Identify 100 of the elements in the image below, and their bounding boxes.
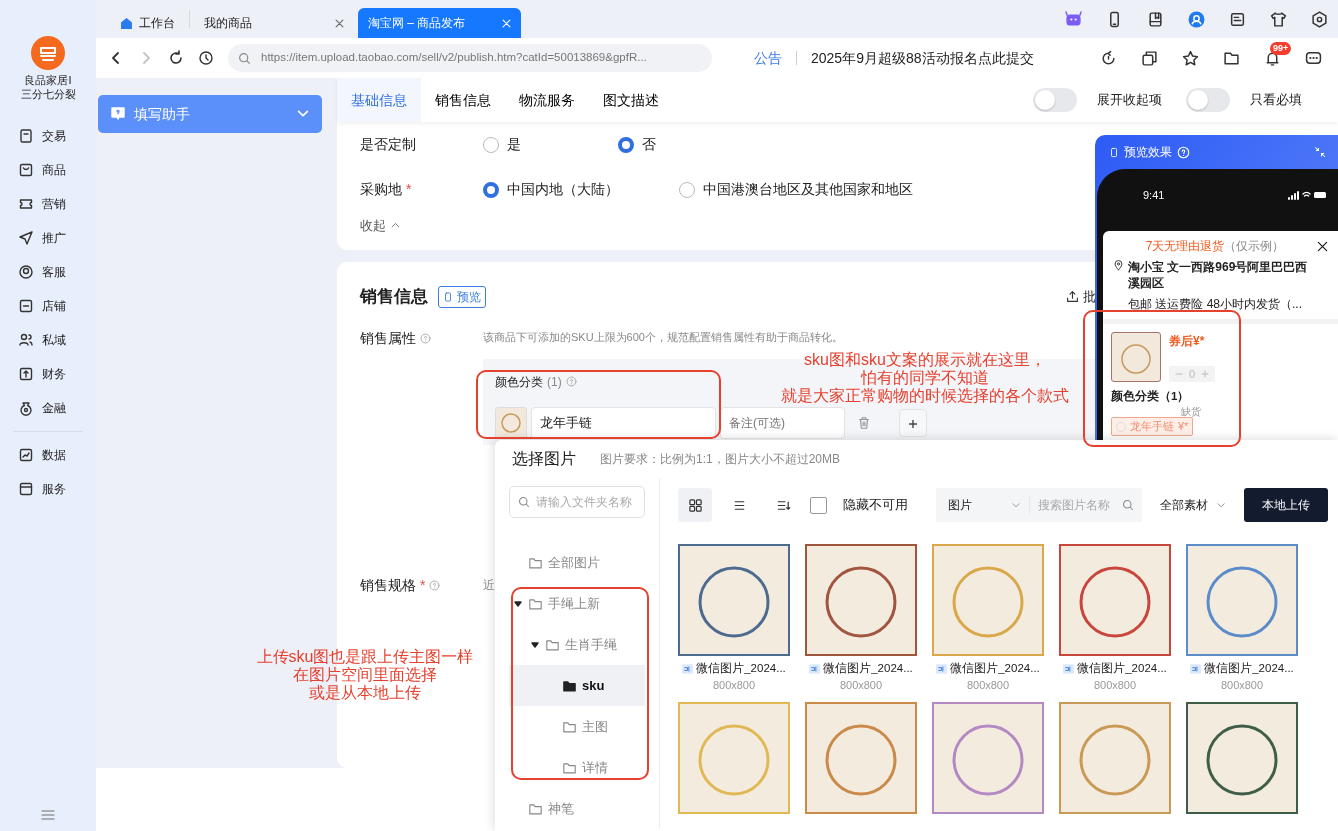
preview-button[interactable]: 预览: [438, 285, 486, 308]
collapse-link[interactable]: 收起: [360, 216, 386, 236]
status-time: 9:41: [1143, 187, 1165, 203]
radio-button[interactable]: [618, 136, 634, 153]
reload-icon[interactable]: [168, 50, 184, 66]
folder-item[interactable]: 详情: [509, 747, 645, 788]
folder-item[interactable]: sku: [509, 665, 645, 706]
nav-item[interactable]: 客服: [18, 255, 78, 289]
browser-tab[interactable]: 淘宝网 – 商品发布: [358, 8, 521, 38]
shop-logo-icon: [31, 36, 65, 70]
sku-thumbnail[interactable]: [495, 406, 527, 439]
image-size: 800x800: [839, 678, 883, 694]
tab-label[interactable]: 淘宝网 – 商品发布: [368, 14, 466, 32]
browser-tab[interactable]: 工作台: [110, 8, 185, 38]
file-name: 微信图片_2024...: [1077, 661, 1167, 676]
document-icon: [18, 128, 34, 144]
nav-item[interactable]: 服务: [18, 472, 78, 506]
note-edit-icon[interactable]: [1229, 10, 1246, 28]
grid-view-button[interactable]: [678, 488, 712, 522]
help-icon: [429, 579, 441, 591]
form-tab[interactable]: 物流服务: [505, 78, 589, 122]
folder-icon[interactable]: [1223, 49, 1240, 67]
box-icon: [18, 162, 34, 178]
form-tab[interactable]: 图文描述: [589, 78, 673, 122]
folder-item[interactable]: 手绳上新: [509, 583, 645, 624]
note-field[interactable]: 备注(可选): [720, 406, 845, 439]
folder-item[interactable]: 主图: [509, 706, 645, 747]
nav-item[interactable]: 商品: [18, 153, 78, 187]
nav-item[interactable]: 营销: [18, 187, 78, 221]
grid-view-icon: [687, 497, 703, 513]
photo-placeholder[interactable]: [1186, 701, 1298, 814]
nav-item[interactable]: 财务: [18, 357, 78, 391]
store-icon: [18, 298, 34, 314]
search-icon: [238, 51, 251, 65]
price-text: 券后¥*: [1169, 333, 1206, 350]
history-icon[interactable]: [198, 50, 214, 66]
nav-item[interactable]: 私域: [18, 323, 78, 357]
refresh-icon[interactable]: [1100, 49, 1117, 67]
photo-placeholder[interactable]: [805, 544, 917, 656]
tab-label[interactable]: 我的商品: [204, 14, 252, 32]
nav-item[interactable]: 金融: [18, 391, 78, 425]
image-size: 800x800: [712, 678, 756, 694]
radio-button[interactable]: [679, 181, 695, 198]
folder-icon: [563, 720, 576, 733]
chat-icon[interactable]: [1305, 49, 1322, 67]
scope-select[interactable]: 全部素材: [1160, 496, 1226, 514]
close-icon[interactable]: [1317, 240, 1328, 252]
nav-item[interactable]: 交易: [18, 119, 78, 153]
toggle-label: 展开收起项: [1097, 91, 1162, 110]
ticket-icon: [18, 196, 34, 212]
radio-label: 中国港澳台地区及其他国家和地区: [703, 180, 913, 199]
robot-icon[interactable]: [1065, 10, 1082, 28]
star-icon[interactable]: [1182, 49, 1199, 67]
annotation-text: 就是大家正常购物的时候选择的各个款式: [781, 387, 1069, 405]
nav-item[interactable]: 数据: [18, 438, 78, 472]
folder-item[interactable]: 神笔: [509, 788, 645, 829]
address-text: 淘小宝 文一西路969号阿里巴巴西溪园区: [1128, 259, 1308, 291]
folder-item[interactable]: 生肖手绳: [509, 624, 645, 665]
radio-button[interactable]: [483, 136, 499, 153]
browser-tab[interactable]: 我的商品: [194, 8, 354, 38]
image-size: 800x800: [1093, 678, 1137, 694]
radio-button[interactable]: [483, 181, 499, 198]
image-size: 800x800: [966, 678, 1010, 694]
add-button[interactable]: [899, 408, 927, 437]
notice-label[interactable]: 公告: [754, 47, 782, 69]
settings-icon[interactable]: [1311, 10, 1328, 28]
collapse-icon[interactable]: [1314, 146, 1326, 158]
form-tab[interactable]: 基础信息: [337, 78, 421, 122]
search-icon: [518, 496, 530, 508]
tab-label[interactable]: 工作台: [139, 14, 175, 32]
batch-link[interactable]: 批: [1083, 287, 1096, 307]
caret-icon[interactable]: [514, 599, 522, 608]
type-select[interactable]: 图片: [936, 496, 1030, 514]
status-icons: [1288, 190, 1328, 200]
photo-placeholder[interactable]: [1186, 544, 1298, 656]
photo-placeholder[interactable]: [678, 544, 790, 656]
nav-item[interactable]: 店铺: [18, 289, 78, 323]
sku-name-field[interactable]: 龙年手链: [531, 406, 716, 439]
checkbox[interactable]: [810, 496, 827, 514]
toggle-switch[interactable]: [1186, 88, 1230, 112]
shirt-icon[interactable]: [1270, 10, 1287, 28]
select-value: 全部素材: [1160, 497, 1208, 514]
copy-icon[interactable]: [1141, 49, 1158, 67]
nav-item[interactable]: 推广: [18, 221, 78, 255]
address-field[interactable]: https://item.upload.taobao.com/sell/v2/publish.htm?catId=50013869&gpfR...: [228, 44, 712, 72]
field-label: 销售属性: [360, 328, 416, 348]
toggle-switch[interactable]: [1033, 88, 1077, 112]
file-name: 微信图片_2024...: [696, 661, 786, 676]
folder-item[interactable]: 全部图片: [509, 542, 645, 583]
caret-icon[interactable]: [531, 640, 539, 649]
user-circle-icon[interactable]: [1188, 10, 1205, 28]
trash-icon[interactable]: [857, 415, 871, 430]
chart-icon: [18, 447, 34, 463]
book-icon[interactable]: [1147, 10, 1164, 28]
upload-button[interactable]: 本地上传: [1244, 488, 1328, 522]
annotation-text: 上传sku图也是跟上传主图一样: [256, 648, 474, 666]
photo-placeholder[interactable]: [1059, 544, 1171, 656]
image-size: 800x800: [1220, 678, 1264, 694]
notice-link[interactable]: 2025年9月超级88活动报名点此提交: [811, 47, 1034, 69]
form-tab[interactable]: 销售信息: [421, 78, 505, 122]
